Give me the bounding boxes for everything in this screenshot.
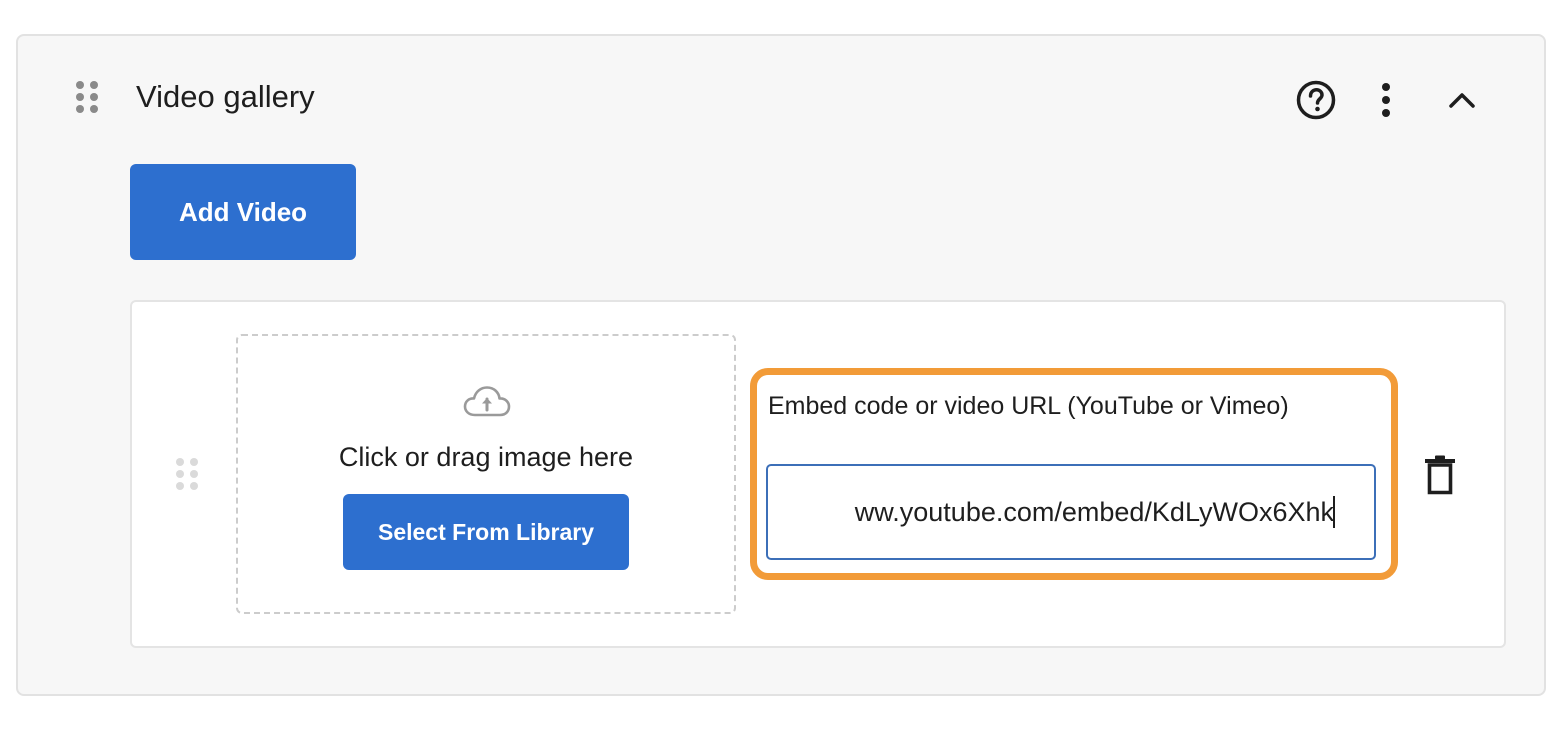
cloud-upload-icon xyxy=(463,386,511,417)
embed-url-input[interactable]: ww.youtube.com/embed/KdLyWOx6Xhk xyxy=(766,464,1376,560)
dropzone-text: Click or drag image here xyxy=(338,442,634,472)
trash-icon[interactable] xyxy=(1422,454,1458,496)
image-dropzone[interactable]: Click or drag image here Select From Lib… xyxy=(236,334,736,614)
video-gallery-panel: Video gallery Add Video Click or drag im… xyxy=(16,34,1546,696)
video-item-card: Click or drag image here Select From Lib… xyxy=(130,300,1506,648)
embed-url-value: ww.youtube.com/embed/KdLyWOx6Xhk xyxy=(854,497,1334,527)
embed-field-label: Embed code or video URL (YouTube or Vime… xyxy=(768,392,1289,420)
help-icon[interactable] xyxy=(1292,76,1340,124)
add-video-button[interactable]: Add Video xyxy=(130,164,356,260)
more-options-icon[interactable] xyxy=(1368,76,1404,124)
drag-handle-icon[interactable] xyxy=(176,458,198,490)
chevron-up-icon[interactable] xyxy=(1438,76,1486,124)
panel-title: Video gallery xyxy=(136,79,315,114)
select-from-library-button[interactable]: Select From Library xyxy=(343,494,629,570)
text-caret xyxy=(1333,496,1335,528)
drag-handle-icon[interactable] xyxy=(76,81,98,113)
